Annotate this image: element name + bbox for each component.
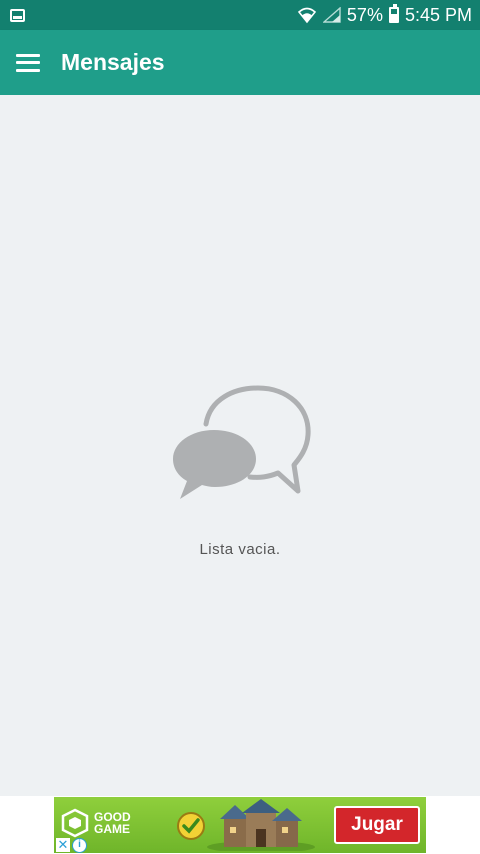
- battery-icon: [388, 4, 399, 23]
- gallery-notification-icon: [10, 8, 25, 22]
- ad-play-button[interactable]: Jugar: [334, 806, 420, 844]
- status-left: [10, 8, 25, 22]
- check-badge-icon: [177, 812, 205, 840]
- page-title: Mensajes: [61, 49, 165, 75]
- ad-bar: GOOD GAME Jugar ✕ i: [0, 796, 480, 854]
- status-bar: 57% 5:45 PM: [0, 0, 480, 30]
- castle-illustration-icon: [207, 799, 315, 851]
- clock: 5:45 PM: [404, 4, 472, 25]
- wifi-icon: [297, 7, 317, 24]
- ad-close-icon[interactable]: ✕: [56, 838, 70, 852]
- app-bar: Mensajes: [0, 30, 480, 95]
- ad-banner[interactable]: GOOD GAME Jugar: [54, 797, 426, 853]
- battery-percent: 57%: [346, 4, 383, 25]
- ad-brand-line2: GAME: [94, 822, 130, 836]
- ad-brand-text: GOOD GAME: [94, 811, 131, 835]
- status-right: 57% 5:45 PM: [297, 4, 472, 26]
- chat-bubbles-icon: [173, 385, 311, 499]
- empty-list-message: Lista vacia.: [199, 541, 281, 558]
- hamburger-menu-icon[interactable]: [16, 53, 40, 72]
- ad-info-icon[interactable]: i: [72, 838, 87, 853]
- good-game-logo-icon: [61, 808, 89, 838]
- signal-icon: [322, 7, 341, 23]
- messages-list: Lista vacia.: [0, 95, 480, 796]
